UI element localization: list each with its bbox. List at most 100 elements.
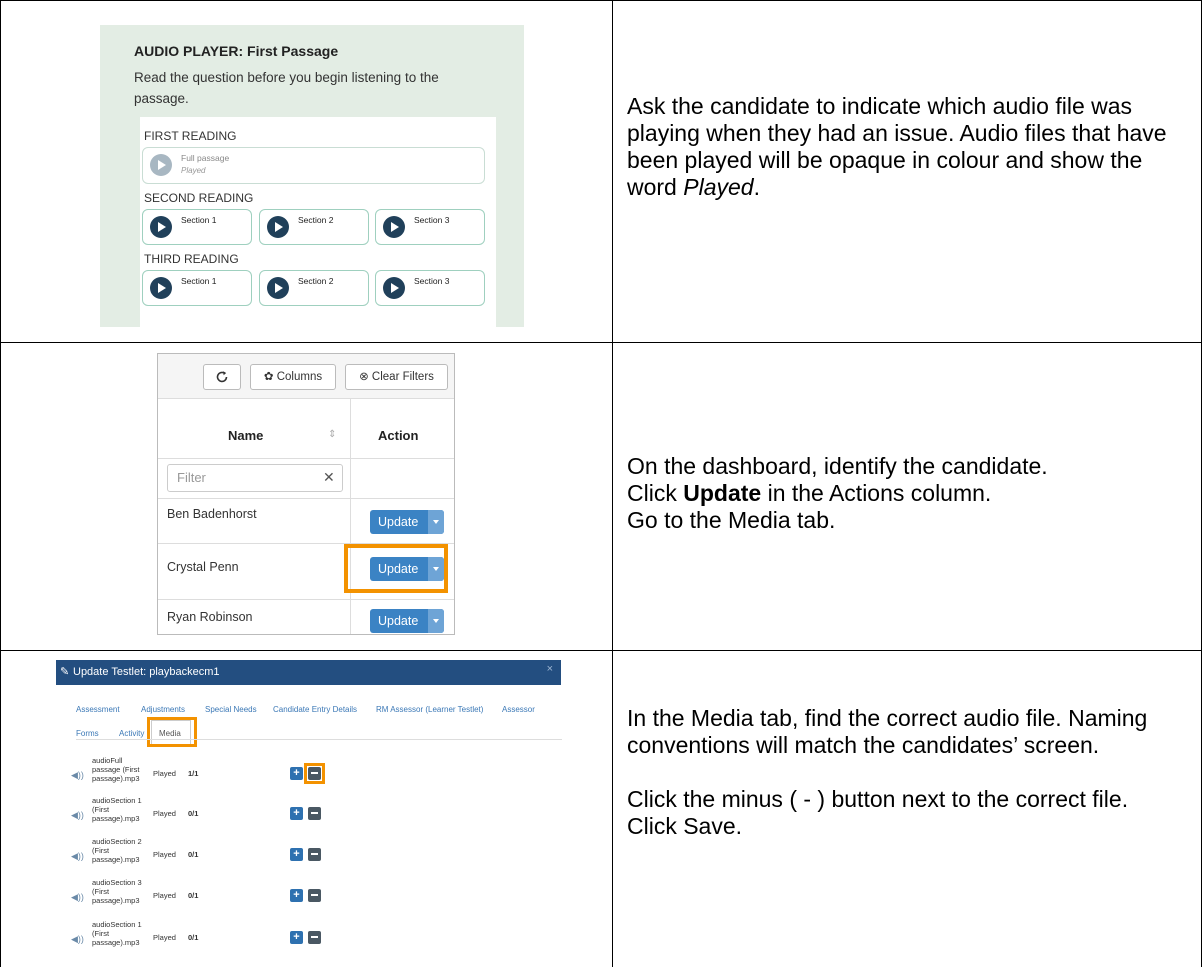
gear-icon: ✿ [263, 371, 274, 383]
full-passage-button[interactable]: Full passage Played [142, 147, 485, 184]
minus-button[interactable] [308, 931, 321, 944]
step-3-paragraph-1: In the Media tab, find the correct audio… [627, 705, 1148, 758]
minus-button[interactable] [308, 889, 321, 902]
update-button[interactable]: Update [370, 609, 444, 633]
media-status: Played [153, 809, 176, 818]
section-label: Section 1 [181, 276, 217, 286]
media-row: ◀)) audioSection 3 (First passage).mp3 P… [56, 878, 561, 918]
dialog-title: Update Testlet: playbackecm1 [73, 666, 220, 678]
media-file-name: audioSection 1 (First passage).mp3 [92, 796, 142, 823]
plus-button[interactable]: + [290, 807, 303, 820]
section-label: Section 2 [298, 276, 334, 286]
second-reading-section-3-button[interactable]: Section 3 [375, 209, 485, 245]
clear-filter-icon[interactable]: ✕ [323, 469, 335, 486]
first-reading-label: FIRST READING [144, 129, 237, 143]
tab-activity[interactable]: Activity [119, 729, 144, 738]
highlight-box [344, 544, 448, 593]
update-testlet-dialog: ✎ Update Testlet: playbackecm1 × Assessm… [56, 660, 562, 967]
candidate-name: Crystal Penn [167, 560, 239, 574]
media-file-name: audioSection 2 (First passage).mp3 [92, 837, 142, 864]
step-2-line-1: On the dashboard, identify the candidate… [627, 453, 1048, 479]
update-label: Update [378, 515, 419, 529]
table-row-divider [0, 650, 1202, 651]
full-passage-label: Full passage [181, 153, 230, 163]
play-icon [150, 154, 172, 176]
second-reading-section-1-button[interactable]: Section 1 [142, 209, 252, 245]
name-filter-input[interactable]: Filter [167, 464, 343, 492]
audio-player-panel: AUDIO PLAYER: First Passage Read the que… [100, 25, 524, 327]
step-2-instructions: On the dashboard, identify the candidate… [627, 453, 1187, 534]
plus-button[interactable]: + [290, 931, 303, 944]
third-reading-section-2-button[interactable]: Section 2 [259, 270, 369, 306]
update-button[interactable]: Update [370, 510, 444, 534]
clear-filters-button[interactable]: ⊗ Clear Filters [345, 364, 448, 390]
tab-assessment[interactable]: Assessment [76, 705, 120, 714]
speaker-icon: ◀)) [71, 851, 84, 861]
section-label: Section 3 [414, 276, 450, 286]
media-count: 0/1 [188, 850, 199, 859]
minus-button[interactable] [308, 848, 321, 861]
media-row: ◀)) audioSection 1 (First passage).mp3 P… [56, 796, 561, 836]
tab-underline [76, 739, 562, 740]
tab-forms[interactable]: Forms [76, 729, 99, 738]
sort-icon[interactable]: ⇕ [328, 429, 336, 440]
media-tab-highlight [147, 717, 197, 747]
tab-special-needs[interactable]: Special Needs [205, 705, 257, 714]
dropdown-caret-icon[interactable] [428, 510, 444, 534]
tab-adjustments[interactable]: Adjustments [141, 705, 185, 714]
speaker-icon: ◀)) [71, 770, 84, 780]
minus-highlight [304, 763, 325, 784]
clear-filters-label: Clear Filters [371, 371, 434, 383]
audio-player-title: AUDIO PLAYER: First Passage [134, 43, 339, 59]
candidate-name: Ben Badenhorst [167, 507, 257, 521]
played-status: Played [181, 166, 206, 175]
step-2-line-2-pre: Click [627, 480, 677, 506]
media-status: Played [153, 891, 176, 900]
dashboard-toolbar: ✿ Columns ⊗ Clear Filters [158, 354, 454, 399]
media-count: 0/1 [188, 933, 199, 942]
second-reading-section-2-button[interactable]: Section 2 [259, 209, 369, 245]
update-emphasis: Update [683, 480, 762, 506]
section-label: Section 1 [181, 215, 217, 225]
table-border-left [0, 0, 1, 967]
row-divider [158, 599, 454, 600]
third-reading-label: THIRD READING [144, 252, 239, 266]
plus-button[interactable]: + [290, 848, 303, 861]
media-row: ◀)) audioSection 2 (First passage).mp3 P… [56, 837, 561, 877]
media-status: Played [153, 850, 176, 859]
plus-button[interactable]: + [290, 767, 303, 780]
play-icon [150, 277, 172, 299]
candidate-name: Ryan Robinson [167, 610, 253, 624]
name-column-header[interactable]: Name [228, 428, 263, 443]
section-label: Section 2 [298, 215, 334, 225]
table-border-top [0, 0, 1202, 1]
minus-button[interactable] [308, 807, 321, 820]
refresh-icon [216, 371, 228, 383]
refresh-button[interactable] [203, 364, 241, 390]
update-label: Update [378, 614, 419, 628]
media-count: 0/1 [188, 891, 199, 900]
dashboard-panel: ✿ Columns ⊗ Clear Filters Name ⇕ Action … [157, 353, 455, 635]
table-column-divider [612, 0, 613, 967]
action-column-header: Action [378, 428, 419, 443]
columns-button[interactable]: ✿ Columns [250, 364, 336, 390]
speaker-icon: ◀)) [71, 810, 84, 820]
plus-button[interactable]: + [290, 889, 303, 902]
tab-rm-assessor[interactable]: RM Assessor (Learner Testlet) [376, 705, 483, 714]
dropdown-caret-icon[interactable] [428, 609, 444, 633]
pencil-icon: ✎ [60, 666, 70, 678]
third-reading-section-1-button[interactable]: Section 1 [142, 270, 252, 306]
dialog-header: ✎ Update Testlet: playbackecm1 × [56, 660, 561, 685]
third-reading-section-3-button[interactable]: Section 3 [375, 270, 485, 306]
tab-candidate-entry-details[interactable]: Candidate Entry Details [273, 705, 357, 714]
media-row: ◀)) audioFull passage (First passage).mp… [56, 756, 561, 796]
speaker-icon: ◀)) [71, 892, 84, 902]
speaker-icon: ◀)) [71, 934, 84, 944]
media-status: Played [153, 769, 176, 778]
close-icon[interactable]: × [547, 657, 553, 682]
columns-label: Columns [276, 371, 323, 383]
header-divider [158, 458, 454, 459]
step-2-line-3: Go to the Media tab. [627, 507, 836, 533]
tab-assessor[interactable]: Assessor [502, 705, 535, 714]
media-file-name: audioSection 1 (First passage).mp3 [92, 920, 142, 947]
